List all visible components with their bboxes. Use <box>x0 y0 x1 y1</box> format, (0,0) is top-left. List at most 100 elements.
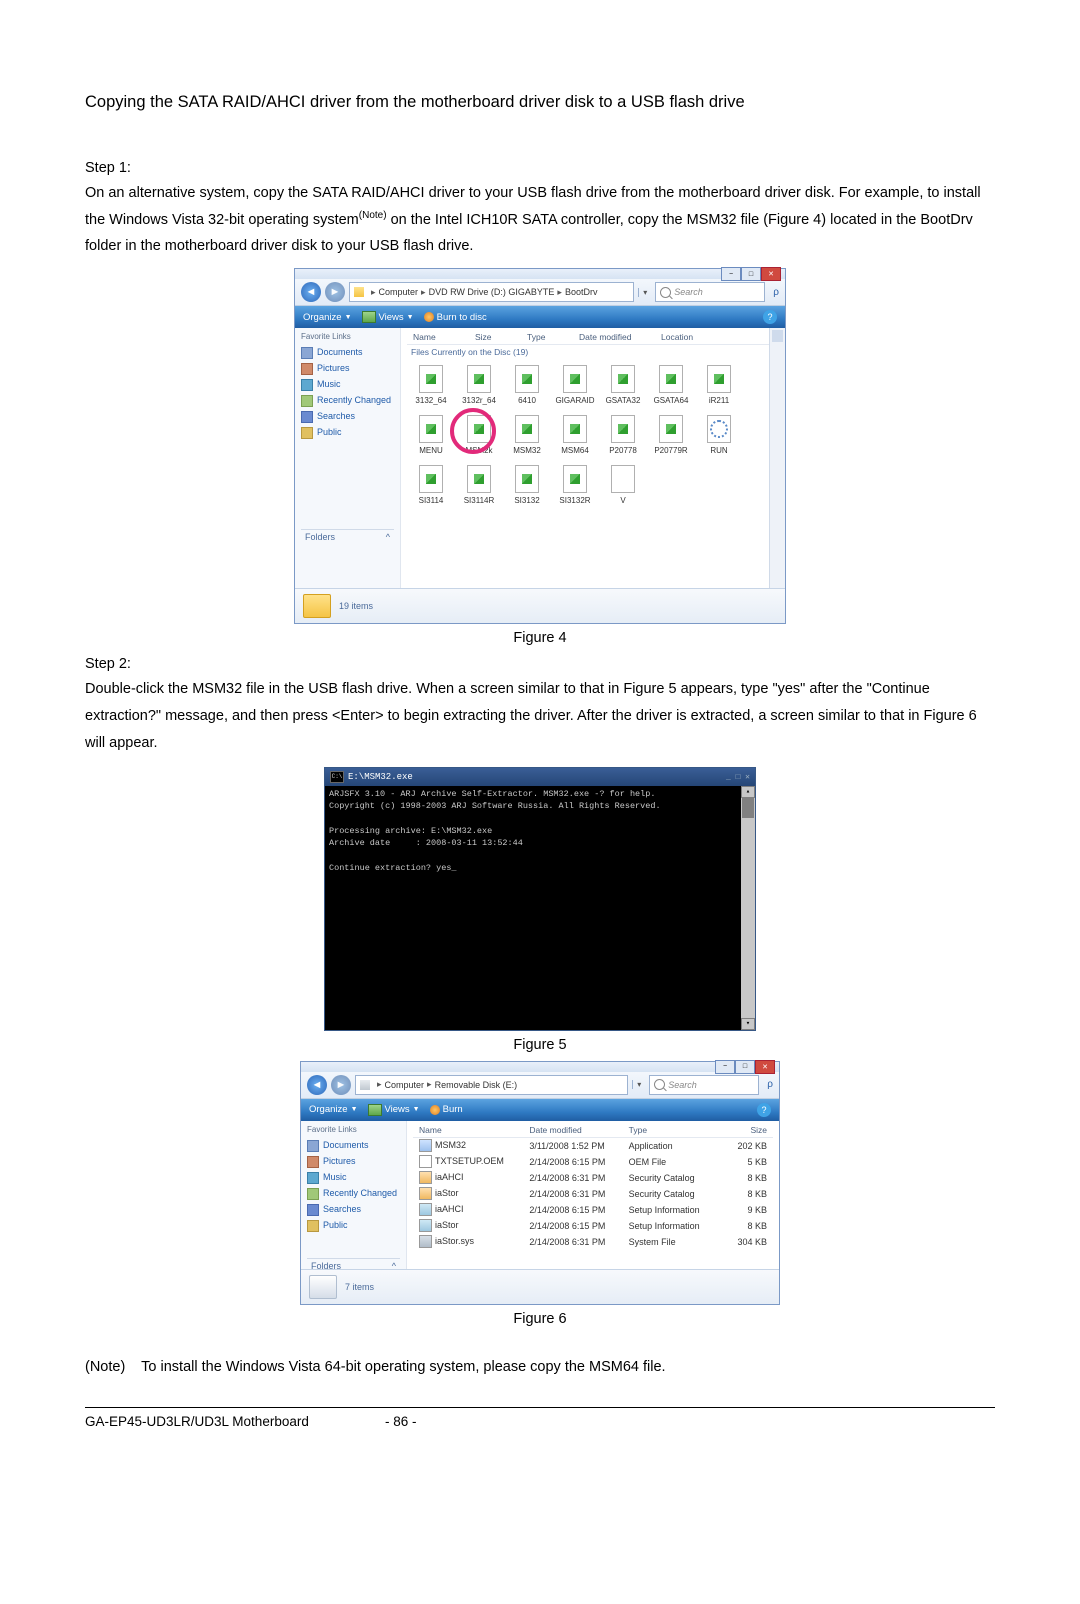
help-button[interactable]: ? <box>757 1103 771 1117</box>
file-item[interactable]: MENU <box>407 413 455 463</box>
minimize-button[interactable]: − <box>721 267 741 281</box>
close-button[interactable]: ✕ <box>761 267 781 281</box>
col-location[interactable]: Location <box>655 332 717 342</box>
sidebar-item[interactable]: Searches <box>301 409 394 425</box>
breadcrumb[interactable]: ▸ Computer ▸ DVD RW Drive (D:) GIGABYTE … <box>349 282 634 302</box>
note-label: (Note) <box>85 1359 125 1375</box>
sidebar-item[interactable]: Music <box>301 377 394 393</box>
views-button[interactable]: Views ▼ <box>368 1104 420 1116</box>
file-item[interactable]: 6410 <box>503 363 551 413</box>
step1-text: On an alternative system, copy the SATA … <box>85 180 995 260</box>
bc-computer[interactable]: Computer <box>385 1080 425 1090</box>
file-label: V <box>620 496 625 505</box>
file-icon <box>563 415 587 443</box>
sidebar-item[interactable]: Public <box>301 425 394 441</box>
file-type-icon <box>419 1219 432 1232</box>
burn-button[interactable]: Burn <box>430 1104 463 1115</box>
file-item[interactable]: RUN <box>695 413 743 463</box>
table-row[interactable]: TXTSETUP.OEM2/14/2008 6:15 PMOEM File5 K… <box>413 1154 773 1170</box>
file-item[interactable]: GSATA64 <box>647 363 695 413</box>
status-text: 7 items <box>345 1282 374 1292</box>
breadcrumb[interactable]: ▸ Computer ▸ Removable Disk (E:) <box>355 1075 628 1095</box>
col-name[interactable]: Name <box>413 1123 523 1138</box>
back-button[interactable]: ◄ <box>307 1075 327 1095</box>
table-row[interactable]: iaStor.sys2/14/2008 6:31 PMSystem File30… <box>413 1234 773 1250</box>
folders-toggle[interactable]: Folders^ <box>307 1258 400 1273</box>
col-type[interactable]: Type <box>623 1123 718 1138</box>
file-item[interactable]: iR211 <box>695 363 743 413</box>
minimize-button[interactable]: − <box>715 1060 735 1074</box>
search-input[interactable]: Search <box>649 1075 759 1095</box>
file-item[interactable]: MSM32 <box>503 413 551 463</box>
file-item[interactable]: 3132r_64 <box>455 363 503 413</box>
file-icon <box>563 365 587 393</box>
drive-status-icon <box>309 1275 337 1299</box>
file-item[interactable]: SI3114R <box>455 463 503 513</box>
col-name[interactable]: Name <box>407 332 469 342</box>
maximize-button[interactable]: □ <box>735 1060 755 1074</box>
sidebar-item[interactable]: Recently Changed <box>301 393 394 409</box>
console-scrollbar[interactable]: ▴▾ <box>741 786 755 1030</box>
close-button[interactable]: ✕ <box>755 1060 775 1074</box>
table-row[interactable]: iaStor2/14/2008 6:31 PMSecurity Catalog8… <box>413 1186 773 1202</box>
console-body[interactable]: ARJSFX 3.10 - ARJ Archive Self-Extractor… <box>325 786 755 1030</box>
col-date[interactable]: Date modified <box>573 332 655 342</box>
help-button[interactable]: ? <box>763 310 777 324</box>
organize-label: Organize <box>309 1104 348 1115</box>
forward-button[interactable]: ► <box>325 282 345 302</box>
table-row[interactable]: MSM323/11/2008 1:52 PMApplication202 KB <box>413 1137 773 1154</box>
content-pane: Name Size Type Date modified Location Fi… <box>401 328 785 588</box>
sidebar-item[interactable]: Pictures <box>301 361 394 377</box>
sidebar-item[interactable]: Searches <box>307 1202 400 1218</box>
search-input[interactable]: Search <box>655 282 765 302</box>
sidebar-icon <box>301 347 313 359</box>
scrollbar[interactable] <box>769 328 785 588</box>
sidebar-item[interactable]: Public <box>307 1218 400 1234</box>
sidebar-item[interactable]: Recently Changed <box>307 1186 400 1202</box>
back-button[interactable]: ◄ <box>301 282 321 302</box>
file-item[interactable]: P20778 <box>599 413 647 463</box>
breadcrumb-dropdown[interactable]: ▾ <box>638 288 651 297</box>
bc-computer[interactable]: Computer <box>379 287 419 297</box>
col-date[interactable]: Date modified <box>523 1123 622 1138</box>
file-item[interactable]: P20779R <box>647 413 695 463</box>
forward-button[interactable]: ► <box>331 1075 351 1095</box>
sidebar-icon <box>307 1188 319 1200</box>
col-size[interactable]: Size <box>469 332 521 342</box>
table-row[interactable]: iaAHCI2/14/2008 6:31 PMSecurity Catalog8… <box>413 1170 773 1186</box>
bc-bootdrv[interactable]: BootDrv <box>565 287 598 297</box>
burn-button[interactable]: Burn to disc <box>424 312 487 323</box>
console-window-buttons[interactable]: _ □ ✕ <box>726 772 750 782</box>
file-item[interactable]: SI3132 <box>503 463 551 513</box>
window-titlebar[interactable]: − □ ✕ <box>295 269 785 279</box>
file-item[interactable]: SI3132R <box>551 463 599 513</box>
window-titlebar[interactable]: − □ ✕ <box>301 1062 779 1072</box>
col-type[interactable]: Type <box>521 332 573 342</box>
folder-status-icon <box>303 594 331 618</box>
file-item[interactable]: GSATA32 <box>599 363 647 413</box>
table-row[interactable]: iaStor2/14/2008 6:15 PMSetup Information… <box>413 1218 773 1234</box>
bc-removable[interactable]: Removable Disk (E:) <box>435 1080 518 1090</box>
sidebar-item[interactable]: Documents <box>301 345 394 361</box>
organize-button[interactable]: Organize ▼ <box>309 1104 358 1115</box>
sidebar-item[interactable]: Pictures <box>307 1154 400 1170</box>
folders-toggle[interactable]: Folders^ <box>301 529 394 544</box>
views-button[interactable]: Views ▼ <box>362 311 414 323</box>
sidebar-item[interactable]: Music <box>307 1170 400 1186</box>
file-icon <box>467 465 491 493</box>
file-item[interactable]: 3132_64 <box>407 363 455 413</box>
file-item[interactable]: MSM64 <box>551 413 599 463</box>
sidebar-item[interactable]: Documents <box>307 1138 400 1154</box>
organize-button[interactable]: Organize ▼ <box>303 312 352 323</box>
breadcrumb-dropdown[interactable]: ▾ <box>632 1080 645 1089</box>
group-header: Files Currently on the Disc (19) <box>407 345 779 363</box>
file-type-icon <box>419 1235 432 1248</box>
bc-drive[interactable]: DVD RW Drive (D:) GIGABYTE <box>429 287 555 297</box>
console-titlebar[interactable]: C:\ E:\MSM32.exe _ □ ✕ <box>325 768 755 786</box>
table-row[interactable]: iaAHCI2/14/2008 6:15 PMSetup Information… <box>413 1202 773 1218</box>
col-size[interactable]: Size <box>718 1123 774 1138</box>
file-item[interactable]: V <box>599 463 647 513</box>
maximize-button[interactable]: □ <box>741 267 761 281</box>
file-item[interactable]: GIGARAID <box>551 363 599 413</box>
file-item[interactable]: SI3114 <box>407 463 455 513</box>
